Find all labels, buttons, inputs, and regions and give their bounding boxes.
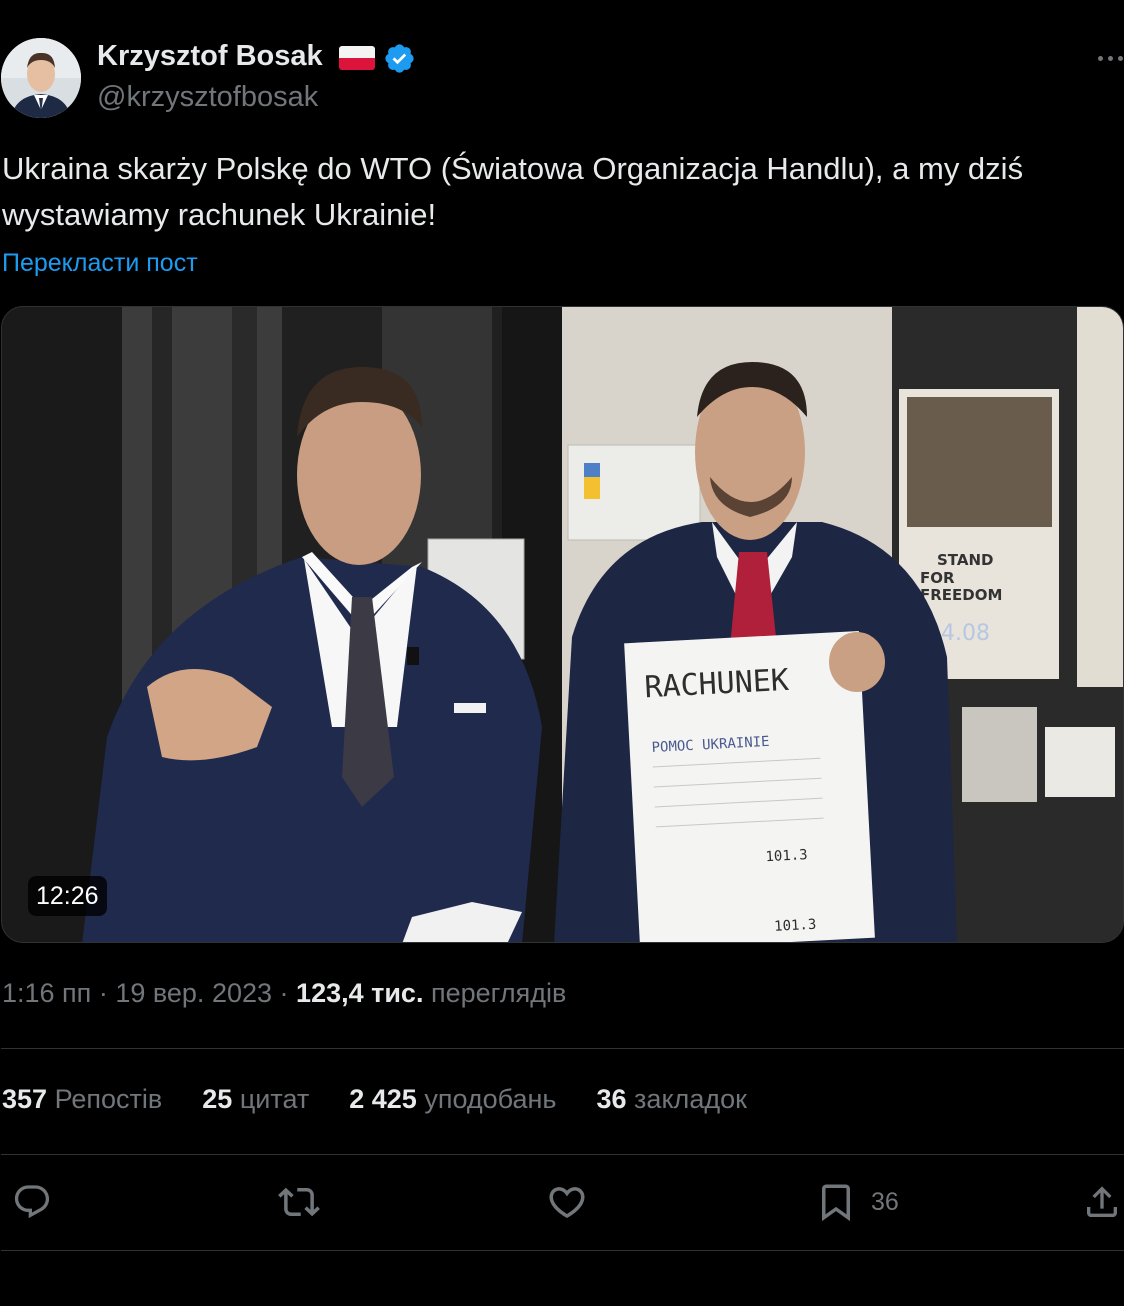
author-name[interactable]: Krzysztof Bosak: [97, 40, 323, 73]
stat-likes[interactable]: 2 425 уподобань: [349, 1084, 556, 1115]
avatar[interactable]: [1, 38, 81, 118]
views-count: 123,4 тис.: [296, 978, 424, 1008]
bookmark-button[interactable]: 36: [815, 1180, 899, 1224]
tweet-time[interactable]: 1:16 пп: [2, 978, 91, 1008]
tweet-meta: 1:16 пп · 19 вер. 2023 · 123,4 тис. пере…: [2, 978, 566, 1009]
poster-text-1: STAND: [937, 551, 993, 569]
poster-text-2: FOR: [920, 569, 955, 587]
divider: [1, 1250, 1124, 1251]
tweet-date[interactable]: 19 вер. 2023: [115, 978, 272, 1008]
repost-button[interactable]: [278, 1180, 320, 1224]
stat-quotes-count: 25: [202, 1084, 233, 1114]
poster-text-3: FREEDOM: [920, 586, 1002, 604]
stat-reposts[interactable]: 357 Репостів: [2, 1084, 162, 1115]
share-icon: [1087, 1186, 1117, 1217]
like-button[interactable]: [546, 1180, 588, 1224]
stat-reposts-count: 357: [2, 1084, 48, 1114]
bill-total: 101.3: [765, 847, 808, 865]
author-handle[interactable]: @krzysztofbosak: [97, 81, 318, 114]
tweet: Krzysztof Bosak @krzysztofbosak Ukraina …: [0, 0, 1124, 1306]
translate-post-link[interactable]: Перекласти пост: [2, 249, 198, 278]
stat-bookmarks-count: 36: [596, 1084, 627, 1114]
stat-likes-count: 2 425: [349, 1084, 417, 1114]
stat-quotes[interactable]: 25 цитат: [202, 1084, 309, 1115]
stat-bookmarks[interactable]: 36 закладок: [596, 1084, 746, 1115]
like-icon: [549, 1187, 585, 1219]
share-button[interactable]: [1082, 1180, 1122, 1224]
divider: [1, 1048, 1124, 1049]
views-label: переглядів: [430, 978, 567, 1008]
reply-button[interactable]: [12, 1180, 52, 1224]
divider: [1, 1154, 1124, 1155]
video-player[interactable]: STAND FOR FREEDOM 24.08 RACHUNEK POMOC U…: [1, 306, 1124, 943]
stat-quotes-label: цитат: [239, 1084, 310, 1114]
reply-icon: [14, 1185, 50, 1219]
tweet-text-line-2: wystawiamy rachunek Ukrainie!: [2, 197, 437, 232]
video-duration-badge: 12:26: [28, 876, 107, 916]
meta-separator: ·: [98, 978, 108, 1008]
stat-bookmarks-label: закладок: [634, 1084, 747, 1114]
stat-reposts-label: Репостів: [54, 1084, 163, 1114]
verified-badge-icon[interactable]: [383, 42, 416, 75]
video-thumbnail: STAND FOR FREEDOM 24.08 RACHUNEK POMOC U…: [2, 307, 1123, 942]
more-options-icon[interactable]: [1098, 50, 1124, 66]
bookmark-icon: [822, 1184, 850, 1222]
tweet-text: Ukraina skarży Polskę do WTO (Światowa O…: [2, 146, 1124, 238]
meta-separator: ·: [279, 978, 289, 1008]
repost-icon: [278, 1187, 320, 1217]
bill-total-bottom: 101.3: [774, 917, 817, 935]
tweet-text-line-1: Ukraina skarży Polskę do WTO (Światowa O…: [2, 151, 1024, 186]
bookmark-count: 36: [871, 1187, 899, 1216]
poland-flag-icon: [339, 46, 375, 70]
stat-likes-label: уподобань: [424, 1084, 557, 1114]
engagement-stats: 357 Репостів 25 цитат 2 425 уподобань 36…: [2, 1084, 747, 1115]
